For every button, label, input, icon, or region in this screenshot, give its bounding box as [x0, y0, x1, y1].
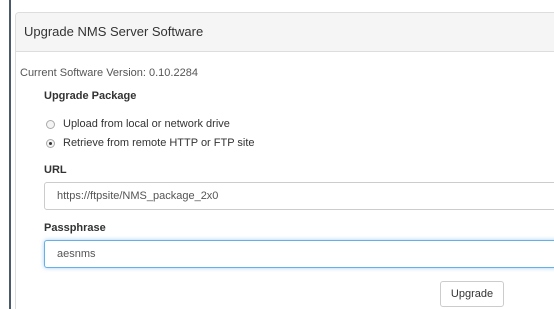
upgrade-button[interactable]: Upgrade [440, 281, 504, 307]
current-version-text: Current Software Version: 0.10.2284 [20, 67, 198, 79]
passphrase-input[interactable] [44, 240, 554, 268]
radio-upload-local-button[interactable] [46, 119, 55, 129]
upgrade-package-label: Upgrade Package [44, 90, 137, 102]
url-label: URL [44, 164, 67, 176]
upgrade-screen: Upgrade NMS Server Software Current Soft… [0, 0, 554, 309]
radio-retrieve-remote-button[interactable] [46, 138, 55, 148]
panel-title: Upgrade NMS Server Software [24, 24, 204, 39]
radio-retrieve-remote[interactable]: Retrieve from remote HTTP or FTP site [46, 136, 255, 150]
radio-retrieve-remote-label: Retrieve from remote HTTP or FTP site [63, 137, 255, 149]
sidebar-edge [9, 0, 11, 309]
passphrase-label: Passphrase [44, 222, 106, 234]
radio-upload-local-label: Upload from local or network drive [63, 118, 230, 130]
url-input[interactable] [44, 182, 554, 210]
radio-upload-local[interactable]: Upload from local or network drive [46, 117, 230, 131]
panel-heading: Upgrade NMS Server Software [16, 13, 554, 52]
